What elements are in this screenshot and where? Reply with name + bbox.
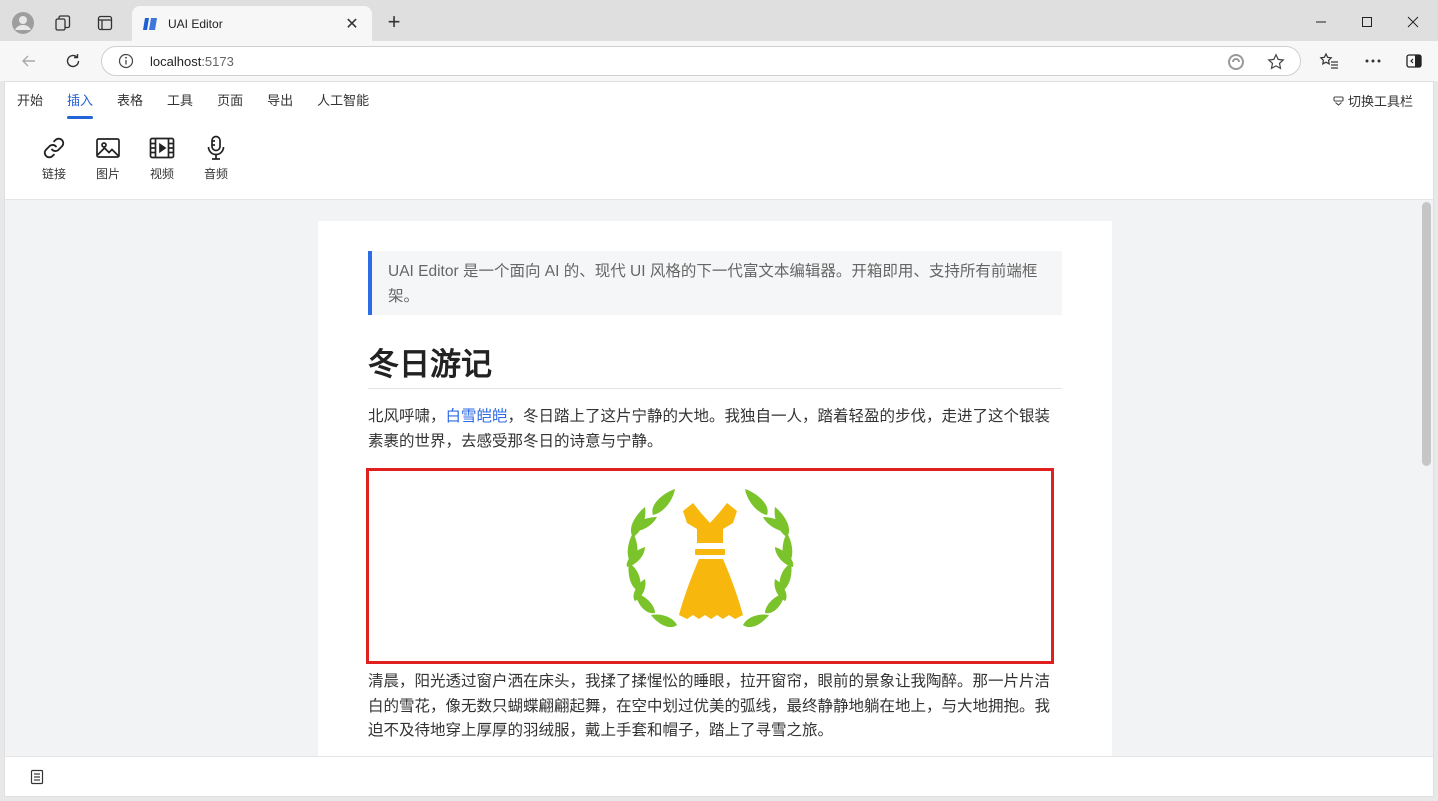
image-icon: [96, 138, 120, 158]
menu-tabs: 开始 插入 表格 工具 页面 导出 人工智能: [17, 93, 393, 119]
document-page[interactable]: UAI Editor 是一个面向 AI 的、现代 UI 风格的下一代富文本编辑器…: [318, 221, 1112, 761]
link-label: 链接: [41, 167, 66, 181]
tab-ai[interactable]: 人工智能: [317, 93, 369, 119]
inline-link[interactable]: 白雪皑皑: [446, 408, 508, 425]
insert-link-button[interactable]: 链接: [27, 134, 81, 182]
video-icon: [149, 137, 175, 159]
tab-title: UAI Editor: [168, 16, 223, 31]
toggle-toolbar-icon: [1333, 95, 1344, 106]
document-outline-icon[interactable]: [29, 769, 45, 785]
insert-image-button[interactable]: 图片: [81, 134, 135, 182]
tab-export[interactable]: 导出: [267, 93, 293, 119]
back-button[interactable]: [14, 47, 44, 75]
browser-tab[interactable]: UAI Editor ✕: [132, 6, 372, 41]
paragraph-1[interactable]: 北风呼啸，白雪皑皑，冬日踏上了这片宁静的大地。我独自一人，踏着轻盈的步伐，走进了…: [368, 405, 1062, 454]
tab-start[interactable]: 开始: [17, 93, 43, 119]
insert-video-button[interactable]: 视频: [135, 134, 189, 182]
close-window-button[interactable]: [1390, 8, 1436, 36]
tab-insert[interactable]: 插入: [67, 93, 94, 119]
more-menu-icon[interactable]: [1358, 47, 1388, 75]
audio-label: 音频: [203, 167, 228, 181]
paragraph-2[interactable]: 清晨，阳光透过窗户洒在床头，我揉了揉惺忪的睡眼，拉开窗帘，眼前的景象让我陶醉。那…: [368, 670, 1062, 744]
new-tab-button[interactable]: +: [382, 10, 406, 34]
workspaces-icon[interactable]: [48, 8, 78, 38]
url-text: localhost:5173: [150, 54, 234, 69]
editor-toolbar: 开始 插入 表格 工具 页面 导出 人工智能 切换工具栏 链接 图片 视频 音频: [5, 82, 1433, 200]
link-icon: [43, 137, 65, 159]
browser-titlebar: UAI Editor ✕ +: [0, 0, 1438, 41]
editor-app: 开始 插入 表格 工具 页面 导出 人工智能 切换工具栏 链接 图片 视频 音频…: [4, 81, 1434, 797]
selected-image[interactable]: [366, 468, 1054, 664]
tab-page[interactable]: 页面: [217, 93, 243, 119]
minimize-button[interactable]: [1298, 8, 1344, 36]
tab-tools[interactable]: 工具: [167, 93, 193, 119]
site-info-icon[interactable]: [118, 53, 134, 69]
address-bar-row: localhost:5173: [0, 41, 1438, 81]
refresh-button[interactable]: [58, 47, 88, 75]
favorite-star-icon[interactable]: [1266, 52, 1286, 72]
tab-close-icon[interactable]: ✕: [342, 14, 362, 34]
toggle-toolbar-label: 切换工具栏: [1347, 94, 1413, 109]
dress-laurel-icon: [626, 489, 794, 628]
blockquote[interactable]: UAI Editor 是一个面向 AI 的、现代 UI 风格的下一代富文本编辑器…: [368, 251, 1062, 315]
maximize-button[interactable]: [1344, 8, 1390, 36]
tab-table[interactable]: 表格: [117, 93, 143, 119]
favorites-icon[interactable]: [1314, 47, 1344, 75]
uai-favicon-icon: [143, 17, 157, 30]
insert-audio-button[interactable]: 音频: [189, 134, 243, 182]
browser-essentials-icon[interactable]: [1226, 52, 1246, 72]
profile-avatar-icon[interactable]: [8, 8, 38, 38]
insert-tools: 链接 图片 视频 音频: [27, 134, 243, 182]
image-label: 图片: [95, 167, 120, 181]
video-label: 视频: [149, 167, 174, 181]
audio-icon: [207, 135, 225, 160]
document-heading[interactable]: 冬日游记: [368, 339, 1062, 389]
editor-statusbar: [5, 756, 1433, 796]
url-input[interactable]: localhost:5173: [101, 46, 1301, 76]
sidebar-toggle-icon[interactable]: [1399, 47, 1429, 75]
editor-scrollbar[interactable]: [1422, 202, 1431, 466]
tab-actions-icon[interactable]: [90, 8, 120, 38]
toggle-toolbar-button[interactable]: 切换工具栏: [1333, 91, 1413, 110]
